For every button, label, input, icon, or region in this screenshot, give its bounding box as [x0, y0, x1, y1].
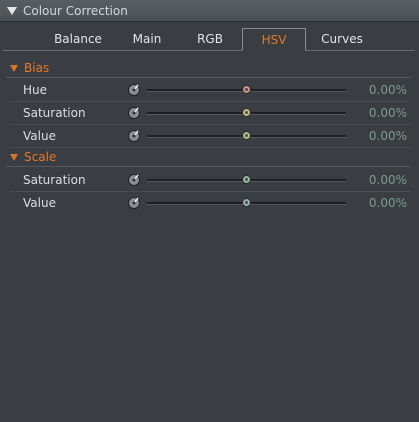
param-value[interactable]: 0.00%	[369, 173, 407, 187]
slider-thumb[interactable]	[242, 198, 251, 207]
param-label: Saturation	[23, 173, 86, 187]
slider-thumb[interactable]	[242, 85, 251, 94]
section-header-scale[interactable]: Scale	[0, 149, 419, 167]
tab-curves[interactable]: Curves	[306, 28, 378, 50]
reset-dial-icon[interactable]	[127, 82, 141, 96]
param-value[interactable]: 0.00%	[369, 196, 407, 210]
divider	[6, 77, 411, 78]
param-value[interactable]: 0.00%	[369, 106, 407, 120]
param-label: Value	[23, 196, 56, 210]
param-value[interactable]: 0.00%	[369, 129, 407, 143]
section-title-bias: Bias	[24, 61, 50, 75]
tab-bar: Balance Main RGB HSV Curves	[3, 28, 415, 51]
param-row-bias-hue: Hue 0.00%	[0, 79, 419, 102]
collapse-panel-icon[interactable]	[7, 7, 17, 15]
slider-thumb[interactable]	[242, 108, 251, 117]
reset-dial-icon[interactable]	[127, 105, 141, 119]
reset-dial-icon[interactable]	[127, 172, 141, 186]
panel-header[interactable]: Colour Correction	[0, 0, 419, 22]
param-row-scale-saturation: Saturation 0.00%	[0, 169, 419, 192]
slider-thumb[interactable]	[242, 175, 251, 184]
param-value[interactable]: 0.00%	[369, 83, 407, 97]
row-divider	[10, 147, 411, 148]
collapse-scale-icon[interactable]	[10, 154, 18, 161]
collapse-bias-icon[interactable]	[10, 65, 18, 72]
slider-thumb[interactable]	[242, 131, 251, 140]
reset-dial-icon[interactable]	[127, 128, 141, 142]
param-label: Hue	[23, 83, 48, 97]
param-label: Saturation	[23, 106, 86, 120]
tab-balance[interactable]: Balance	[40, 28, 116, 50]
section-title-scale: Scale	[24, 150, 57, 164]
param-row-bias-saturation: Saturation 0.00%	[0, 102, 419, 125]
tab-hsv[interactable]: HSV	[242, 28, 306, 51]
param-label: Value	[23, 129, 56, 143]
tab-rgb[interactable]: RGB	[178, 28, 242, 50]
tab-main[interactable]: Main	[116, 28, 178, 50]
panel-title: Colour Correction	[23, 4, 128, 18]
divider	[6, 166, 411, 167]
section-header-bias[interactable]: Bias	[0, 60, 419, 78]
param-row-scale-value: Value 0.00%	[0, 192, 419, 215]
param-row-bias-value: Value 0.00%	[0, 125, 419, 148]
reset-dial-icon[interactable]	[127, 195, 141, 209]
